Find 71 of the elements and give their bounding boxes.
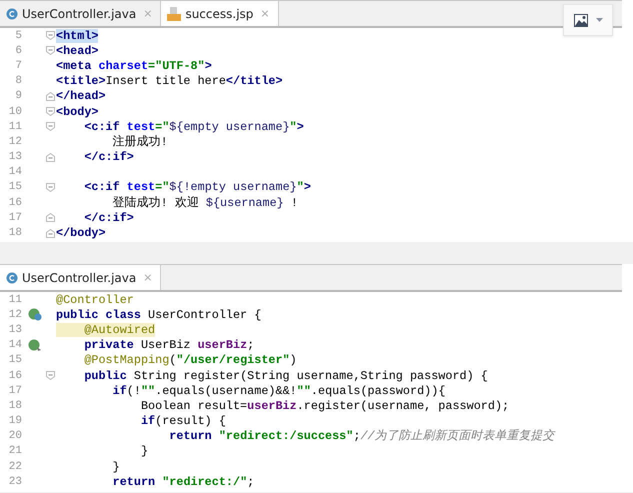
code-line: @Controller: [56, 292, 134, 307]
code-line: return "redirect:/success";//为了防止刷新页面时表单重复提交: [168, 428, 555, 444]
class-icon: [6, 8, 18, 20]
line-number: 7: [14, 60, 22, 72]
code-line: 注册成功!: [112, 134, 168, 150]
code-line: </c:if>: [83, 150, 134, 164]
code-line: private UserBiz userBiz;: [83, 338, 254, 352]
line-number: 14: [8, 339, 22, 352]
code-line: if(result) {: [140, 414, 226, 428]
line-number: 20: [8, 430, 22, 442]
fold-marker-icon[interactable]: [46, 122, 54, 132]
line-number: 14: [8, 166, 22, 178]
code-line: <head>: [56, 44, 98, 58]
line-number: 18: [8, 227, 22, 240]
code-line: </body>: [56, 226, 106, 240]
fold-marker-icon[interactable]: [46, 182, 54, 192]
line-number: 19: [8, 415, 22, 428]
image-icon: [574, 14, 588, 26]
line-number: 9: [14, 90, 22, 102]
caret-icon: [596, 18, 602, 22]
code-line: <body>: [56, 104, 98, 119]
line-number: 5: [14, 30, 22, 42]
class-icon: [6, 272, 18, 284]
fold-marker-icon[interactable]: [46, 107, 54, 116]
line-number: 17: [8, 212, 22, 224]
line-number: 8: [14, 75, 22, 88]
line-number: 22: [8, 460, 22, 473]
line-number: 15: [8, 181, 22, 194]
line-number: 10: [8, 106, 22, 118]
code-line: public String register(String username,String password) {: [83, 368, 488, 383]
code-line: </head>: [56, 89, 106, 104]
code-line: 登陆成功! 欢迎 ${username} !: [112, 194, 298, 211]
editor-tab[interactable]: UserController.java ×: [0, 265, 162, 290]
fold-marker-icon[interactable]: [46, 152, 54, 162]
line-number: 13: [8, 151, 22, 164]
code-line: Boolean result=userBiz.register(username, password);: [140, 398, 510, 413]
line-number: 21: [8, 445, 22, 458]
line-number: 11: [8, 294, 22, 306]
fold-marker-icon[interactable]: [46, 228, 54, 238]
line-number: 12: [8, 136, 22, 148]
code-line: @PostMapping("/user/register"): [83, 353, 297, 368]
bean-injection-icon[interactable]: [28, 338, 42, 352]
line-number: 11: [8, 120, 22, 133]
code-line: <c:if test="${empty username}">: [83, 120, 304, 134]
code-line: <meta charset="UTF-8">: [56, 58, 212, 73]
code-line: <title>Insert title here</title>: [56, 74, 283, 88]
code-line: }: [112, 460, 120, 474]
jsp-file-icon: [167, 6, 182, 20]
code-line: </c:if>: [83, 210, 134, 225]
code-line: return "redirect:/";: [112, 474, 254, 489]
bean-class-icon[interactable]: [28, 308, 42, 322]
line-number: 17: [8, 384, 22, 397]
line-number: 16: [8, 196, 22, 209]
line-number: 12: [8, 308, 22, 321]
fold-marker-icon[interactable]: [46, 371, 54, 380]
image-dropdown-button[interactable]: [563, 4, 613, 36]
line-number: 23: [8, 476, 22, 488]
code-line: public class UserController {: [56, 308, 262, 322]
line-number: 15: [8, 354, 22, 366]
fold-marker-icon[interactable]: [46, 213, 54, 222]
code-line: if(!"".equals(username)&&!"".equals(password)){: [112, 384, 446, 398]
line-number: 16: [8, 370, 22, 382]
editor-tab[interactable]: success.jsp ×: [161, 1, 279, 26]
line-number: 13: [8, 324, 22, 336]
code-line: <c:if test="${!empty username}">: [83, 180, 311, 194]
fold-marker-icon[interactable]: [46, 31, 54, 40]
line-number: 18: [8, 400, 22, 412]
code-line: }: [140, 444, 148, 458]
fold-marker-icon[interactable]: [46, 92, 54, 101]
line-number: 6: [14, 44, 22, 57]
fold-marker-icon[interactable]: [46, 46, 54, 56]
